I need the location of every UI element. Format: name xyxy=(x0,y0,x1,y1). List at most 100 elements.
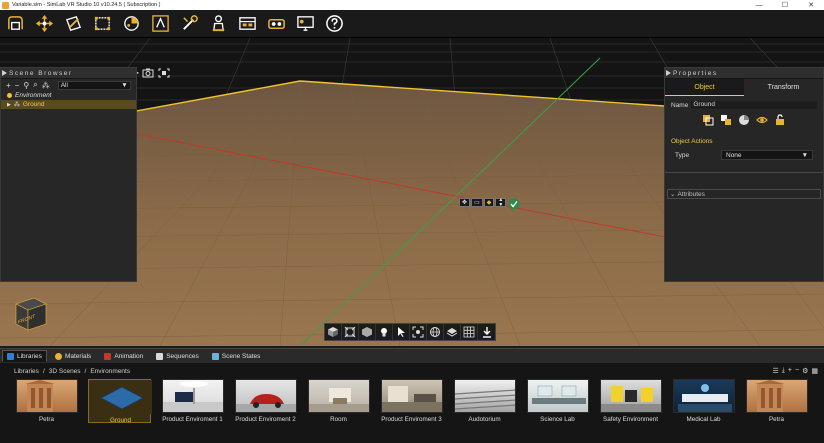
library-controls: ☰ ⤓ + − ⚙ ▦ xyxy=(773,367,818,375)
drop-to-floor-icon[interactable] xyxy=(478,324,495,340)
library-item-audotorium[interactable]: Audotorium xyxy=(453,379,516,423)
gizmo-arrows-icon[interactable]: ▲ ▼ xyxy=(495,197,507,207)
library-item-science-lab[interactable]: Science Lab xyxy=(526,379,589,423)
scene-states-icon xyxy=(211,352,219,360)
library-item-product-enviroment-2[interactable]: Product Enviroment 2 xyxy=(234,379,297,423)
title-bar: Variable.sim - SimLab VR Studio 10 v10.2… xyxy=(0,0,824,10)
library-item-product-enviroment-1[interactable]: Product Enviroment 1 xyxy=(161,379,224,423)
library-item-safety-environment[interactable]: Safety Environment xyxy=(599,379,662,423)
group-icon[interactable]: ⁂ xyxy=(42,81,50,90)
open-scene-icon[interactable] xyxy=(5,13,26,34)
library-item-product-enviroment-3[interactable]: Product Enviroment 3 xyxy=(380,379,443,423)
library-item-ground[interactable]: Ground xyxy=(88,379,152,424)
gizmo-move-icon[interactable]: ✥ xyxy=(459,198,471,207)
shading-icon[interactable] xyxy=(359,324,376,340)
duplicate-icon[interactable] xyxy=(702,113,715,126)
tools-icon[interactable] xyxy=(179,13,200,34)
sequences-icon xyxy=(156,352,164,360)
move-icon[interactable] xyxy=(34,13,55,34)
select-arrow-icon[interactable] xyxy=(393,324,410,340)
presenter-icon[interactable] xyxy=(208,13,229,34)
add-icon[interactable]: + xyxy=(788,367,792,375)
list-view-icon[interactable]: ☰ xyxy=(773,367,779,375)
frame-capture-icon[interactable] xyxy=(157,67,171,78)
remove-icon[interactable]: − xyxy=(795,367,799,375)
type-value: None xyxy=(726,151,742,159)
tab-scene-states[interactable]: Scene States xyxy=(207,350,266,362)
paint-icon[interactable] xyxy=(150,13,171,34)
library-item-petra-2[interactable]: Petra xyxy=(745,379,808,423)
panel-pin-icon[interactable] xyxy=(2,70,7,76)
attributes-section[interactable]: ⌄ Attributes xyxy=(667,189,821,199)
variation-icon[interactable] xyxy=(237,13,258,34)
help-icon[interactable] xyxy=(324,13,345,34)
remove-icon[interactable]: − xyxy=(15,81,20,90)
grid-icon[interactable] xyxy=(461,324,478,340)
name-field[interactable]: Ground xyxy=(691,101,817,109)
tab-materials[interactable]: Materials xyxy=(50,350,96,362)
type-row: Type None ▼ xyxy=(665,145,823,160)
name-label: Name xyxy=(671,101,689,109)
scene-filter-select[interactable]: All ▼ xyxy=(57,80,131,90)
minimize-button[interactable]: — xyxy=(746,0,772,10)
gizmo-scale-icon[interactable]: ▭ xyxy=(471,198,483,207)
tab-animation[interactable]: Animation xyxy=(99,350,148,362)
edit-icon[interactable] xyxy=(63,13,84,34)
screen-share-icon[interactable] xyxy=(295,13,316,34)
close-button[interactable]: ✕ xyxy=(798,0,824,10)
type-select[interactable]: None ▼ xyxy=(721,150,813,160)
layers-icon[interactable] xyxy=(444,324,461,340)
globe-icon[interactable] xyxy=(427,324,444,340)
confirm-check-icon[interactable] xyxy=(508,198,520,210)
main-toolbar xyxy=(0,10,824,38)
fit-view-icon[interactable] xyxy=(342,324,359,340)
camera-icon[interactable] xyxy=(141,67,155,78)
select-box-icon[interactable] xyxy=(92,13,113,34)
transform-gizmo[interactable]: ✥ ▭ ◆ ▲ ▼ xyxy=(459,197,520,210)
library-item-medical-lab[interactable]: Medical Lab xyxy=(672,379,735,423)
maximize-button[interactable]: ☐ xyxy=(772,0,798,10)
frame-selected-icon[interactable] xyxy=(410,324,427,340)
gizmo-paint-icon[interactable]: ◆ xyxy=(483,198,495,207)
vr-headset-icon[interactable] xyxy=(266,13,287,34)
materials-icon[interactable] xyxy=(121,13,142,34)
grid-view-icon[interactable]: ▦ xyxy=(811,367,818,375)
thumbnail xyxy=(454,379,516,413)
tab-libraries[interactable]: Libraries xyxy=(2,350,47,362)
light-bulb-icon[interactable] xyxy=(376,324,393,340)
visibility-eye-icon[interactable] xyxy=(756,113,769,126)
name-row: Name Ground xyxy=(665,96,823,109)
view-cube-menu-icon[interactable] xyxy=(325,324,342,340)
tab-object[interactable]: Object xyxy=(665,79,744,96)
properties-tabs: Object Transform xyxy=(665,79,823,96)
thumbnail xyxy=(235,379,297,413)
object-actions-title: Object Actions xyxy=(671,138,713,145)
download-icon[interactable]: ⤓ xyxy=(782,367,785,375)
add-icon[interactable]: + xyxy=(6,81,11,90)
panel-pin-icon[interactable] xyxy=(666,70,671,76)
thumbnail xyxy=(16,379,78,413)
libraries-icon xyxy=(7,352,14,360)
material-sphere-icon[interactable] xyxy=(738,113,751,126)
tab-transform[interactable]: Transform xyxy=(744,79,823,96)
environment-icon xyxy=(7,93,12,98)
viewport-toolbar xyxy=(324,323,496,341)
link-icon[interactable]: ⚲ xyxy=(23,81,29,90)
view-cube[interactable]: FRONT xyxy=(12,296,48,332)
expand-arrow-icon[interactable]: ▶ xyxy=(7,102,11,108)
search-icon[interactable]: ⌕ xyxy=(33,80,37,90)
unlock-icon[interactable] xyxy=(774,113,787,126)
tab-sequences[interactable]: Sequences xyxy=(151,350,204,362)
library-item-room[interactable]: Room xyxy=(307,379,370,423)
scene-browser-title: Scene Browser xyxy=(9,69,73,77)
instance-icon[interactable] xyxy=(720,113,733,126)
scene-browser-panel: Scene Browser + − ⚲ ⌕ ⁂ All ▼ Environmen… xyxy=(0,67,137,282)
breadcrumb-item[interactable]: Environments xyxy=(90,368,130,375)
settings-icon[interactable]: ⚙ xyxy=(802,367,808,375)
tree-item-ground[interactable]: ▶ ⁂ Ground xyxy=(1,100,136,109)
breadcrumb-item[interactable]: Libraries xyxy=(14,368,39,375)
tree-item-environment[interactable]: Environment xyxy=(1,91,136,100)
library-item-petra[interactable]: Petra xyxy=(15,379,78,423)
divider xyxy=(665,172,823,173)
breadcrumb-item[interactable]: 3D Scenes xyxy=(49,368,81,375)
